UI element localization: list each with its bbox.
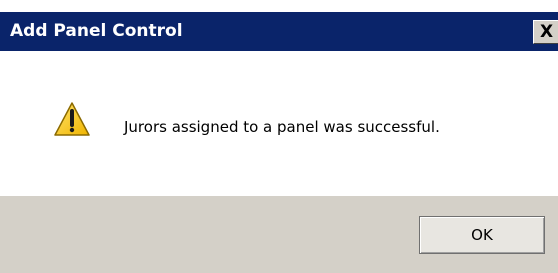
ok-button[interactable]: OK <box>419 216 545 254</box>
close-button[interactable]: X <box>533 20 558 44</box>
title-bar: Add Panel Control X <box>0 12 558 51</box>
message-area: Jurors assigned to a panel was successfu… <box>0 51 558 196</box>
dialog-message: Jurors assigned to a panel was successfu… <box>124 118 440 136</box>
close-icon: X <box>540 22 554 42</box>
dialog-title: Add Panel Control <box>10 21 183 41</box>
message-dialog: Add Panel Control X Jurors assigned to a… <box>0 0 558 273</box>
warning-icon <box>54 102 90 136</box>
